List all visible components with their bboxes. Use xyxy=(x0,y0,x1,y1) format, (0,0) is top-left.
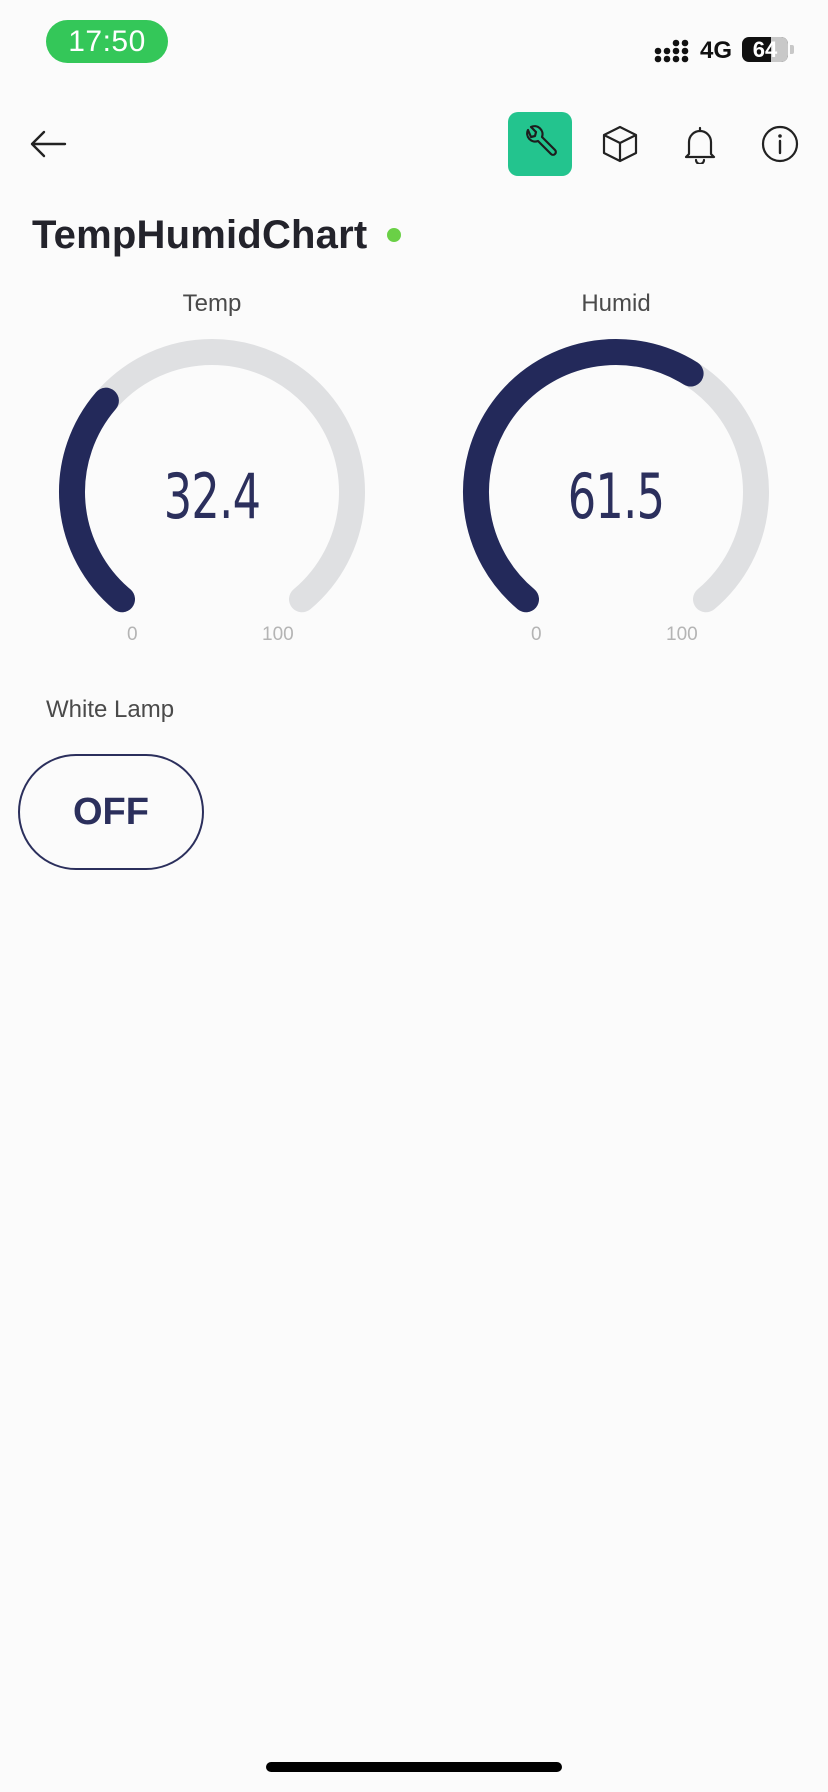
temp-gauge[interactable]: Temp 32.4 0 100 xyxy=(32,290,392,650)
switch-label: White Lamp xyxy=(46,696,175,723)
gauge-max-label: 100 xyxy=(666,624,698,645)
back-button[interactable] xyxy=(20,116,76,172)
online-status-dot xyxy=(387,228,402,242)
top-toolbar xyxy=(0,100,828,190)
battery-tip xyxy=(790,45,794,54)
battery-percent: 64 xyxy=(752,37,778,62)
device-header: TempHumidChart xyxy=(32,208,402,262)
device-button[interactable] xyxy=(588,112,652,176)
network-type: 4G xyxy=(700,37,733,64)
page-title: TempHumidChart xyxy=(32,212,368,257)
status-bar: 17:50 4G 64 xyxy=(0,0,828,80)
lamp-toggle-button[interactable]: OFF xyxy=(18,754,204,870)
home-indicator[interactable] xyxy=(266,1762,562,1772)
gauge-min-label: 0 xyxy=(127,624,138,645)
battery-icon: 64 xyxy=(742,37,788,62)
gauge-value: 32.4 xyxy=(163,460,261,533)
app-screen: 17:50 4G 64 TempHumidChart Temp 32.4 0 1… xyxy=(0,0,828,1792)
wrench-icon xyxy=(526,125,557,156)
info-button[interactable] xyxy=(748,112,812,176)
status-time[interactable]: 17:50 xyxy=(46,20,168,63)
cube-icon xyxy=(602,125,638,163)
humid-gauge[interactable]: Humid 61.5 0 100 xyxy=(436,290,796,650)
wrench-button[interactable] xyxy=(508,112,572,176)
arrow-left-icon xyxy=(30,130,67,158)
gauge-max-label: 100 xyxy=(262,624,294,645)
gauge-value: 61.5 xyxy=(567,460,665,533)
notifications-button[interactable] xyxy=(668,112,732,176)
signal-icon xyxy=(654,39,689,63)
bell-icon xyxy=(684,126,716,164)
info-icon xyxy=(761,125,799,163)
gauge-min-label: 0 xyxy=(531,624,542,645)
